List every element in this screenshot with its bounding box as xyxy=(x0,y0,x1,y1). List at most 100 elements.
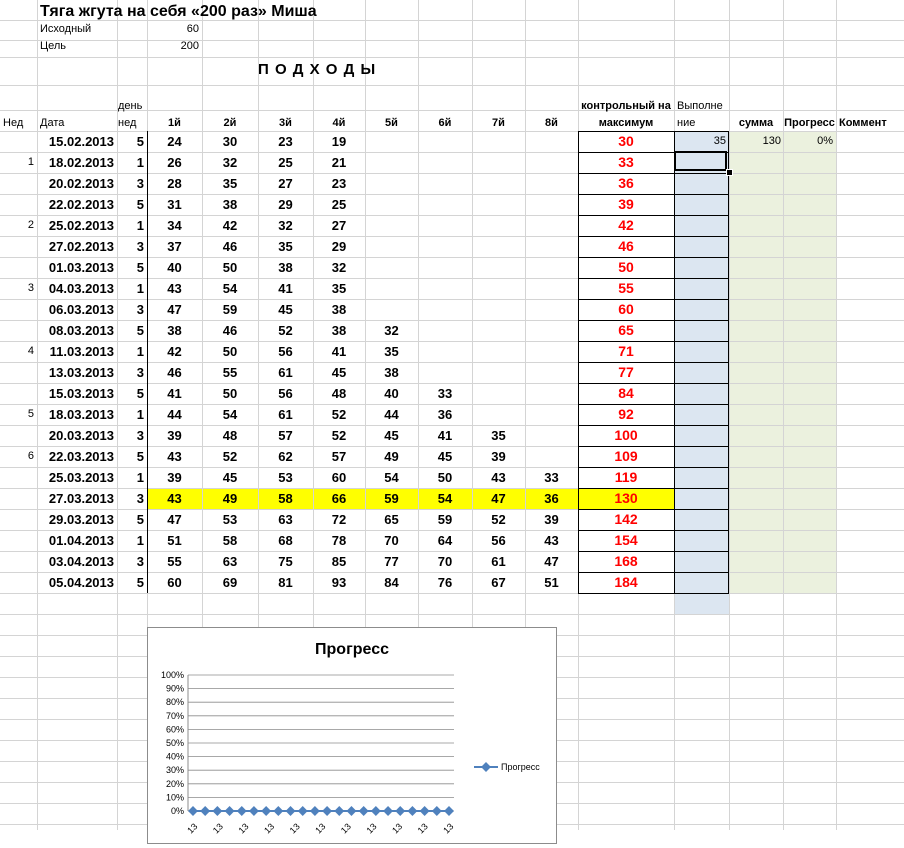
set-cell[interactable]: 39 xyxy=(147,467,202,488)
progress-value[interactable]: 0% xyxy=(783,131,833,152)
set-cell[interactable]: 54 xyxy=(365,467,418,488)
set-cell[interactable]: 59 xyxy=(202,299,258,320)
set-cell[interactable]: 66 xyxy=(313,488,365,509)
day-cell[interactable]: 5 xyxy=(117,572,144,593)
set-cell[interactable] xyxy=(525,257,578,278)
set-cell[interactable] xyxy=(472,278,525,299)
set-cell[interactable]: 43 xyxy=(147,488,202,509)
set-cell[interactable]: 32 xyxy=(365,320,418,341)
sum-value[interactable]: 130 xyxy=(729,131,781,152)
set-cell[interactable] xyxy=(472,215,525,236)
set-cell[interactable]: 57 xyxy=(313,446,365,467)
set-cell[interactable]: 27 xyxy=(313,215,365,236)
day-cell[interactable]: 3 xyxy=(117,488,144,509)
set-cell[interactable] xyxy=(472,299,525,320)
set-cell[interactable] xyxy=(525,341,578,362)
set-cell[interactable]: 48 xyxy=(202,425,258,446)
set-cell[interactable]: 36 xyxy=(418,404,472,425)
date-cell[interactable]: 29.03.2013 xyxy=(37,509,114,530)
day-cell[interactable]: 5 xyxy=(117,194,144,215)
set-cell[interactable]: 45 xyxy=(258,299,313,320)
set-cell[interactable]: 59 xyxy=(418,509,472,530)
set-cell[interactable]: 54 xyxy=(202,404,258,425)
set-cell[interactable]: 65 xyxy=(365,509,418,530)
date-cell[interactable]: 18.02.2013 xyxy=(37,152,114,173)
set-cell[interactable]: 19 xyxy=(313,131,365,152)
control-cell[interactable]: 36 xyxy=(578,173,674,194)
day-cell[interactable]: 5 xyxy=(117,509,144,530)
set-cell[interactable]: 38 xyxy=(365,362,418,383)
set-cell[interactable]: 33 xyxy=(418,383,472,404)
set-cell[interactable]: 69 xyxy=(202,572,258,593)
set-cell[interactable] xyxy=(472,194,525,215)
day-cell[interactable]: 5 xyxy=(117,320,144,341)
date-cell[interactable]: 27.02.2013 xyxy=(37,236,114,257)
set-cell[interactable]: 41 xyxy=(313,341,365,362)
control-cell[interactable]: 142 xyxy=(578,509,674,530)
set-cell[interactable]: 34 xyxy=(147,215,202,236)
set-cell[interactable]: 24 xyxy=(147,131,202,152)
set-cell[interactable] xyxy=(365,236,418,257)
set-cell[interactable]: 23 xyxy=(258,131,313,152)
day-cell[interactable]: 1 xyxy=(117,530,144,551)
date-cell[interactable]: 27.03.2013 xyxy=(37,488,114,509)
set-cell[interactable] xyxy=(418,278,472,299)
set-cell[interactable] xyxy=(365,278,418,299)
set-cell[interactable]: 84 xyxy=(365,572,418,593)
set-cell[interactable]: 39 xyxy=(472,446,525,467)
day-cell[interactable]: 1 xyxy=(117,404,144,425)
set-cell[interactable] xyxy=(525,173,578,194)
set-cell[interactable] xyxy=(472,362,525,383)
set-cell[interactable]: 38 xyxy=(202,194,258,215)
set-cell[interactable]: 40 xyxy=(147,257,202,278)
set-cell[interactable]: 41 xyxy=(258,278,313,299)
date-cell[interactable]: 06.03.2013 xyxy=(37,299,114,320)
control-cell[interactable]: 46 xyxy=(578,236,674,257)
set-cell[interactable]: 70 xyxy=(365,530,418,551)
set-cell[interactable]: 46 xyxy=(147,362,202,383)
set-cell[interactable]: 55 xyxy=(202,362,258,383)
set-cell[interactable]: 38 xyxy=(258,257,313,278)
set-cell[interactable]: 32 xyxy=(202,152,258,173)
set-cell[interactable]: 52 xyxy=(313,404,365,425)
set-cell[interactable]: 93 xyxy=(313,572,365,593)
set-cell[interactable] xyxy=(525,425,578,446)
set-cell[interactable]: 59 xyxy=(365,488,418,509)
set-cell[interactable]: 77 xyxy=(365,551,418,572)
control-cell[interactable]: 184 xyxy=(578,572,674,593)
control-cell[interactable]: 168 xyxy=(578,551,674,572)
day-cell[interactable]: 3 xyxy=(117,362,144,383)
set-cell[interactable]: 58 xyxy=(258,488,313,509)
date-cell[interactable]: 05.04.2013 xyxy=(37,572,114,593)
set-cell[interactable]: 63 xyxy=(258,509,313,530)
selected-cell[interactable] xyxy=(674,151,727,171)
set-cell[interactable]: 72 xyxy=(313,509,365,530)
day-cell[interactable]: 1 xyxy=(117,278,144,299)
set-cell[interactable]: 63 xyxy=(202,551,258,572)
control-cell[interactable]: 42 xyxy=(578,215,674,236)
set-cell[interactable]: 52 xyxy=(472,509,525,530)
set-cell[interactable] xyxy=(525,278,578,299)
set-cell[interactable]: 21 xyxy=(313,152,365,173)
set-cell[interactable] xyxy=(472,257,525,278)
set-cell[interactable]: 35 xyxy=(365,341,418,362)
set-cell[interactable] xyxy=(418,236,472,257)
set-cell[interactable] xyxy=(525,362,578,383)
control-cell[interactable]: 50 xyxy=(578,257,674,278)
day-cell[interactable]: 5 xyxy=(117,131,144,152)
set-cell[interactable]: 78 xyxy=(313,530,365,551)
set-cell[interactable]: 52 xyxy=(258,320,313,341)
set-cell[interactable] xyxy=(525,446,578,467)
day-cell[interactable]: 5 xyxy=(117,383,144,404)
set-cell[interactable] xyxy=(525,236,578,257)
set-cell[interactable] xyxy=(418,173,472,194)
fill-handle[interactable] xyxy=(726,169,733,176)
set-cell[interactable] xyxy=(418,215,472,236)
control-cell[interactable]: 60 xyxy=(578,299,674,320)
set-cell[interactable]: 32 xyxy=(258,215,313,236)
set-cell[interactable]: 50 xyxy=(418,467,472,488)
set-cell[interactable]: 25 xyxy=(313,194,365,215)
set-cell[interactable]: 38 xyxy=(313,299,365,320)
set-cell[interactable]: 25 xyxy=(258,152,313,173)
day-cell[interactable]: 1 xyxy=(117,152,144,173)
